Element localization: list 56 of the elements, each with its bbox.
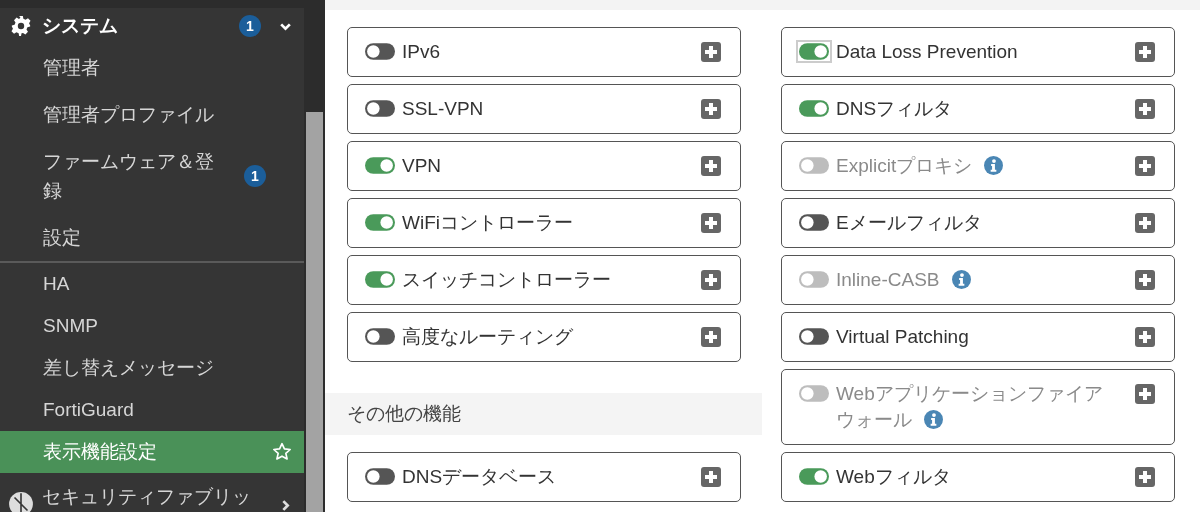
toggle-switch[interactable] [796, 40, 832, 63]
feature-label: Eメールフィルタ [836, 211, 983, 235]
feature-label: Data Loss Prevention [836, 40, 1019, 64]
add-icon[interactable] [701, 467, 721, 487]
toggle-switch[interactable] [362, 40, 398, 63]
nav-item[interactable]: ファームウェア＆登録 1 [0, 138, 304, 214]
nav-item[interactable]: 差し替えメッセージ [0, 347, 304, 389]
add-icon[interactable] [1135, 99, 1155, 119]
nav-item[interactable]: SNMP [0, 305, 304, 347]
feature-label: SSL-VPN [402, 97, 485, 121]
feature-label: WiFiコントローラー [402, 211, 574, 235]
feature-label: Webアプリケーションファイアウォール [836, 382, 1104, 432]
scrollbar-thumb[interactable] [306, 112, 323, 512]
add-icon[interactable] [701, 42, 721, 62]
toggle-switch[interactable] [796, 97, 832, 120]
add-icon[interactable] [701, 99, 721, 119]
feature-label: IPv6 [402, 40, 442, 64]
add-icon[interactable] [701, 327, 721, 347]
add-icon[interactable] [1135, 327, 1155, 347]
add-icon[interactable] [701, 213, 721, 233]
nav-group-header[interactable]: システム 1 [0, 8, 304, 44]
toggle-switch[interactable] [796, 325, 832, 348]
nav-group-header[interactable]: セキュリティファブリッ [0, 473, 304, 512]
toggle-switch[interactable] [796, 211, 832, 234]
feature-label: Inline-CASB [836, 267, 1135, 293]
nav-item[interactable]: 管理者 [0, 44, 304, 91]
add-icon[interactable] [701, 270, 721, 290]
nav-item[interactable]: 設定 [0, 214, 304, 261]
toggle-switch[interactable] [796, 465, 832, 488]
feature-label: DNSフィルタ [836, 97, 954, 121]
feature-label: Webフィルタ [836, 465, 952, 489]
count-badge: 1 [244, 165, 266, 187]
add-icon[interactable] [1135, 467, 1155, 487]
feature-label: DNSデータベース [402, 465, 558, 489]
nav-item[interactable]: FortiGuard [0, 389, 304, 431]
feature-label: Virtual Patching [836, 325, 970, 349]
nav-item[interactable]: 表示機能設定 [0, 431, 304, 473]
toggle-switch[interactable] [362, 97, 398, 120]
count-badge: 1 [239, 15, 261, 37]
nav-item[interactable]: 管理者プロファイル [0, 91, 304, 138]
nav-item[interactable]: HA [0, 263, 304, 305]
settings-icon [10, 15, 32, 37]
toggle-switch[interactable] [362, 465, 398, 488]
feature-label: 高度なルーティング [402, 325, 574, 349]
toggle-switch[interactable] [362, 268, 398, 291]
toggle-switch[interactable] [362, 325, 398, 348]
section-heading: その他の機能 [325, 393, 762, 435]
toggle-switch[interactable] [362, 154, 398, 177]
add-icon[interactable] [1135, 42, 1155, 62]
feature-label: スイッチコントローラー [402, 268, 612, 292]
add-icon[interactable] [701, 156, 721, 176]
star-icon[interactable] [272, 442, 292, 462]
feature-label: Explicitプロキシ [836, 153, 1135, 179]
add-icon[interactable] [1135, 213, 1155, 233]
feature-label: VPN [402, 154, 443, 178]
toggle-switch[interactable] [362, 211, 398, 234]
